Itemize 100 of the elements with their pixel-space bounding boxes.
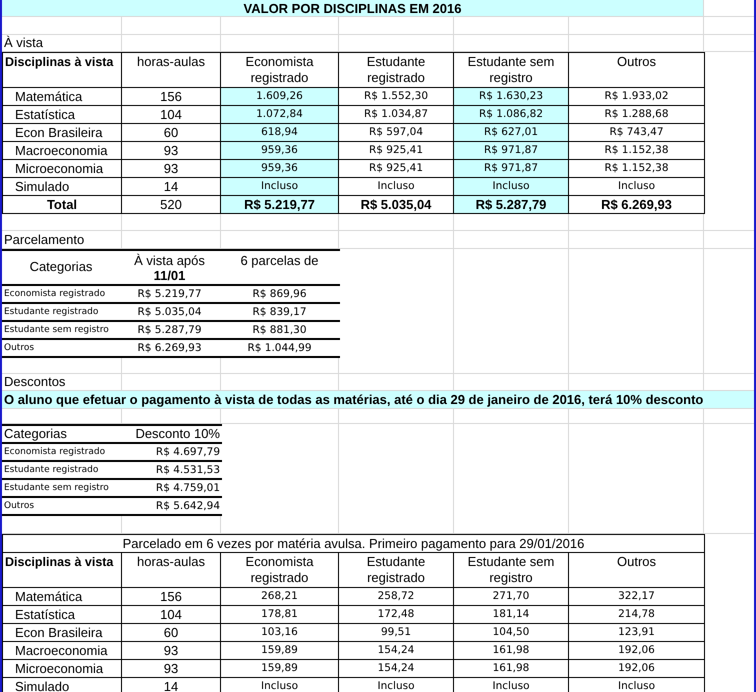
table-cell: R$ 971,87 [454,142,568,159]
table-cell: 60 [122,124,220,141]
table-cell: 104 [122,106,220,123]
table-cell: 192,06 [569,642,704,659]
table-cell: Estudante sem registro [2,322,120,340]
column-header: Outros [569,53,704,87]
table-cell: 14 [122,178,220,195]
table-cell: 172,48 [339,606,453,623]
table-cell: 123,91 [569,624,704,641]
table-cell: 1.609,26 [221,88,338,105]
column-header: Estudante registrado [339,53,453,87]
sheet-title: VALOR POR DISCIPLINAS EM 2016 [2,0,703,16]
table-cell: R$ 5.035,04 [120,304,219,322]
column-header: Economista registrado [221,553,338,587]
table-cell: Total [3,196,121,213]
table-cell: 271,70 [454,588,568,605]
table-cell: 520 [122,196,220,213]
table-cell: 161,98 [454,660,568,677]
table-cell: R$ 1.552,30 [339,88,453,105]
table-cell: R$ 627,01 [454,124,568,141]
table-cell: 258,72 [339,588,453,605]
column-header: Economista registrado [221,53,338,87]
table-cell: Economista registrado [2,444,120,462]
table-cell: R$ 6.269,93 [120,340,219,358]
table-cell: R$ 839,17 [219,304,340,322]
table-cell: 322,17 [569,588,704,605]
table-cell: 104 [122,606,220,623]
column-header: horas-aulas [122,553,220,587]
table-cell: R$ 5.219,77 [221,196,338,213]
table-cell: 618,94 [221,124,338,141]
table-cell: R$ 4.759,01 [120,480,222,498]
column-header: horas-aulas [122,53,220,87]
column-header: Estudante sem registro [454,53,568,87]
table-cell: R$ 869,96 [219,286,340,304]
table-cell: Estatística [3,606,121,623]
section-heading: À vista [3,35,44,51]
table-cell: Incluso [454,678,568,692]
column-header: Estudante sem registro [454,553,568,587]
table-cell: R$ 881,30 [219,322,340,340]
table-cell: Macroeconomia [3,642,121,659]
table-cell: 14 [122,678,220,692]
table-cell: R$ 597,04 [339,124,453,141]
table-cell: Estudante sem registro [2,480,120,498]
column-header: Disciplinas à vista [3,553,121,587]
table-cell: 156 [122,88,220,105]
table-cell: Econ Brasileira [3,124,121,141]
column-header: 6 parcelas de [219,251,340,286]
table-cell: Microeconomia [3,160,121,177]
table-cell: 159,89 [221,660,338,677]
table-cell: Macroeconomia [3,142,121,159]
table-cell: Incluso [339,178,453,195]
table-cell: Estudante registrado [2,304,120,322]
table-cell: 93 [122,142,220,159]
table-cell: R$ 1.630,23 [454,88,568,105]
table-cell: R$ 5.287,79 [120,322,219,340]
column-header: Desconto 10% [120,426,222,444]
table-cell: Simulado [3,178,121,195]
table-cell: R$ 1.933,02 [569,88,704,105]
column-header: Categorias [2,426,120,444]
table-cell: Econ Brasileira [3,624,121,641]
table-cell: R$ 1.044,99 [219,340,340,358]
table-cell: 178,81 [221,606,338,623]
table-cell: 214,78 [569,606,704,623]
table-cell: Outros [2,340,120,358]
section-heading: Descontos [3,374,66,390]
table-cell: 159,89 [221,642,338,659]
table-cell: R$ 1.288,68 [569,106,704,123]
table-cell: R$ 1.152,38 [569,142,704,159]
table-cell: Matemática [3,88,121,105]
table-cell: R$ 1.034,87 [339,106,453,123]
table-cell: R$ 5.219,77 [120,286,219,304]
table-cell: Economista registrado [2,286,120,304]
table-cell: 1.072,84 [221,106,338,123]
table-cell: 93 [122,642,220,659]
table-cell: R$ 5.642,94 [120,498,222,516]
table-cell: Incluso [221,178,338,195]
table-cell: 268,21 [221,588,338,605]
table-cell: 99,51 [339,624,453,641]
table-cell: 161,98 [454,642,568,659]
table-cell: 103,16 [221,624,338,641]
table-cell: 93 [122,660,220,677]
table-title: Parcelado em 6 vezes por matéria avulsa. Primeiro pagamento para 29/01/2016 [3,535,704,552]
table-cell: Estatística [3,106,121,123]
table-cell: 93 [122,160,220,177]
table-cell: Matemática [3,588,121,605]
column-header: Disciplinas à vista [3,53,121,87]
table-cell: R$ 4.697,79 [120,444,222,462]
table-cell: Estudante registrado [2,462,120,480]
table-cell: Incluso [221,678,338,692]
table-cell: Simulado [3,678,121,692]
table-cell: Incluso [339,678,453,692]
table-cell: R$ 743,47 [569,124,704,141]
table-cell: Incluso [569,678,704,692]
table-cell: R$ 1.152,38 [569,160,704,177]
table-cell: 154,24 [339,660,453,677]
table-cell: 959,36 [221,142,338,159]
table-cell: R$ 5.287,79 [454,196,568,213]
table-cell: R$ 925,41 [339,142,453,159]
column-header: Estudante registrado [339,553,453,587]
table-cell: 959,36 [221,160,338,177]
